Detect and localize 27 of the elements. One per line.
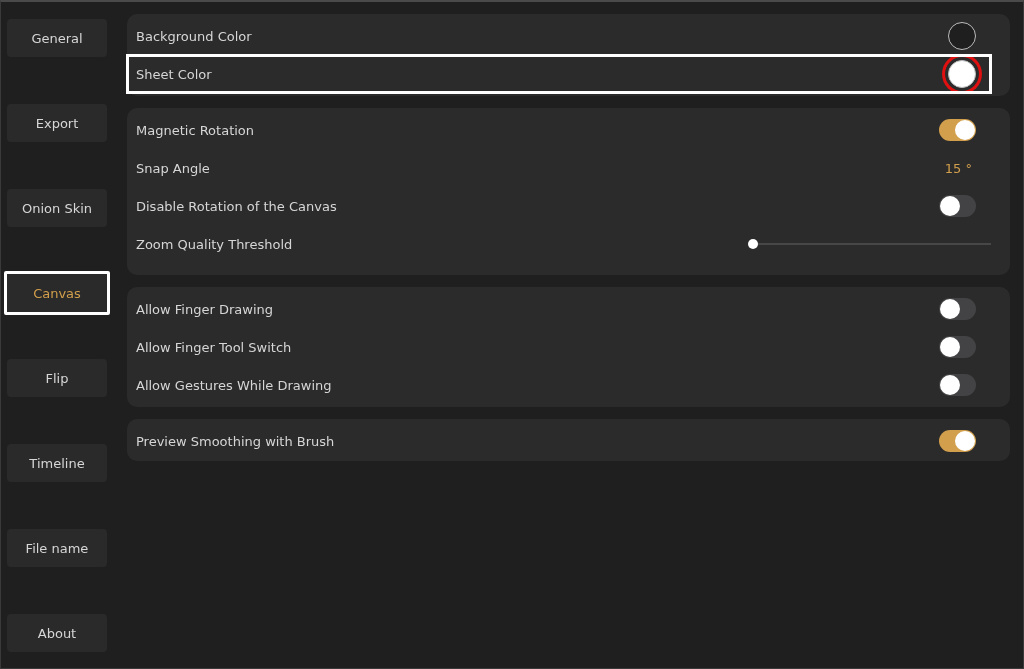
toggle-switch[interactable] xyxy=(939,119,976,141)
toggle-switch[interactable] xyxy=(939,336,976,358)
setting-label: Allow Gestures While Drawing xyxy=(136,377,332,393)
setting-label: Allow Finger Tool Switch xyxy=(136,339,292,355)
setting-label: Magnetic Rotation xyxy=(136,122,255,138)
color-swatch[interactable] xyxy=(948,22,976,50)
setting-label: Preview Smoothing with Brush xyxy=(136,433,335,449)
sidebar-item[interactable]: General xyxy=(7,19,107,57)
toggle-switch[interactable] xyxy=(939,374,976,396)
slider-thumb[interactable] xyxy=(748,239,758,249)
sidebar-item[interactable]: Onion Skin xyxy=(7,189,107,227)
setting-label: Zoom Quality Threshold xyxy=(136,236,293,252)
setting-label: Sheet Color xyxy=(136,66,212,82)
sidebar-item[interactable]: Flip xyxy=(7,359,107,397)
toggle-switch[interactable] xyxy=(939,195,976,217)
setting-label: Snap Angle xyxy=(136,160,210,176)
setting-label: Background Color xyxy=(136,28,252,44)
sidebar-item[interactable]: File name xyxy=(7,529,107,567)
setting-label: Disable Rotation of the Canvas xyxy=(136,198,337,214)
sidebar-item[interactable]: Canvas xyxy=(4,271,110,315)
sidebar-item[interactable]: About xyxy=(7,614,107,652)
snap-angle-value[interactable]: 15 ° xyxy=(944,160,972,176)
sidebar-item[interactable]: Timeline xyxy=(7,444,107,482)
toggle-switch[interactable] xyxy=(939,430,976,452)
sidebar-item[interactable]: Export xyxy=(7,104,107,142)
toggle-switch[interactable] xyxy=(939,298,976,320)
setting-label: Allow Finger Drawing xyxy=(136,301,273,317)
